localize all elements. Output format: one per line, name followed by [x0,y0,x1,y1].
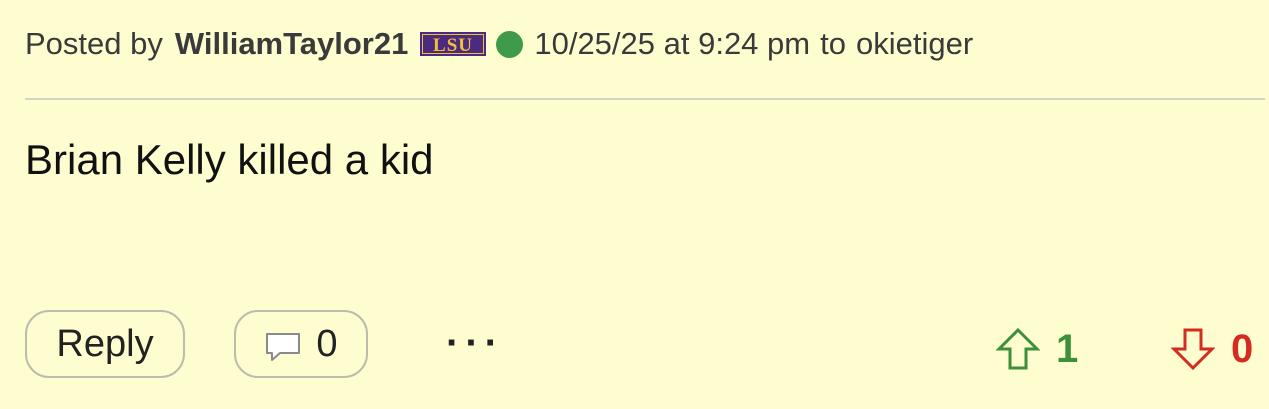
arrow-up-icon [996,327,1040,370]
posted-by-label: Posted by [25,26,163,61]
comments-button[interactable]: 0 [234,310,368,378]
downvote-button[interactable]: 0 [1171,325,1253,373]
comment-count: 0 [316,322,338,365]
more-options-button[interactable]: ··· [440,318,510,368]
post-timestamp: 10/25/25 at 9:24 pm [534,26,811,61]
downvote-count: 0 [1231,326,1254,371]
post-body-text: Brian Kelly killed a kid [25,136,434,183]
lsu-logo-icon: LSU [420,32,487,56]
arrow-down-icon [1171,328,1215,371]
upvote-button[interactable]: 1 [996,325,1078,373]
to-label: to [820,26,846,61]
author-username[interactable]: WilliamTaylor21 [175,26,408,62]
reply-button-label: Reply [56,322,154,365]
header-divider [25,98,1265,100]
upvote-count: 1 [1056,326,1079,371]
reply-to-username[interactable]: okietiger [856,26,973,62]
post-header: Posted by WilliamTaylor21 LSU 10/25/25 a… [25,22,973,66]
comment-bubble-icon [266,333,301,361]
online-status-icon [496,30,524,58]
svg-text:LSU: LSU [433,35,473,56]
reply-button[interactable]: Reply [25,310,185,378]
